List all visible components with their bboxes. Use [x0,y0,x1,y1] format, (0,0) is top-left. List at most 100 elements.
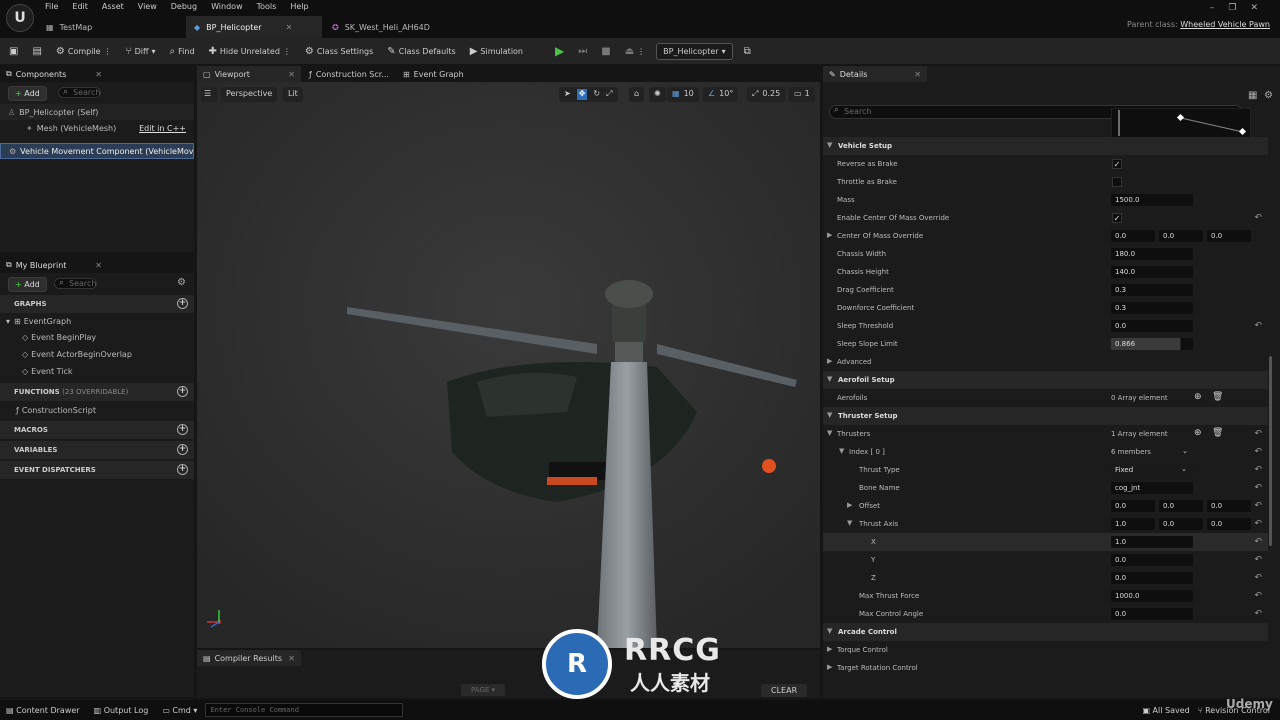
event-graph-item[interactable]: ▾ ⊞ EventGraph [0,313,194,329]
menu-item[interactable]: Help [283,0,315,16]
details-section[interactable]: ▼ Aerofoil Setup [823,371,1268,389]
output-log-button[interactable]: ▥ Output Log [94,706,149,715]
reset-to-default-icon[interactable]: ↶ [1254,321,1262,331]
components-search-input[interactable]: Search [58,87,102,98]
details-row[interactable]: X 1.0 ↶ [823,533,1268,551]
local-space-button[interactable]: ⌂ [629,87,645,102]
menu-item[interactable]: Edit [65,0,95,16]
vector-field[interactable]: 0.0 [1111,500,1155,512]
details-row[interactable]: Throttle as Brake [823,173,1268,191]
eject-button[interactable]: ⏏ ⋮ [622,44,648,59]
details-section[interactable]: ▼ Thruster Setup [823,407,1268,425]
add-dispatcher-icon[interactable]: + [177,464,188,475]
reset-to-default-icon[interactable]: ↶ [1254,519,1262,529]
trash-icon[interactable]: 🗑 [1212,392,1223,402]
perspective-button[interactable]: Perspective [221,87,278,102]
menu-item[interactable]: Window [204,0,250,16]
details-row[interactable]: ▶ Target Rotation Control [823,659,1268,677]
tab-compiler-results[interactable]: ▤ Compiler Results ✕ [197,650,301,666]
reset-to-default-icon[interactable]: ↶ [1254,483,1262,493]
chevron-down-icon[interactable]: ▼ [847,519,852,527]
chevron-down-icon[interactable]: ▼ [827,375,832,383]
chevron-down-icon[interactable]: ⌄ [1182,447,1188,455]
details-row[interactable]: ▶ Torque Control [823,641,1268,659]
reset-to-default-icon[interactable]: ↶ [1254,609,1262,619]
reset-to-default-icon[interactable]: ↶ [1254,555,1262,565]
number-field[interactable]: 140.0 [1111,266,1193,278]
rotation-snap-button[interactable]: ∠ 10° [703,87,739,102]
edit-cpp-link[interactable]: Edit in C++ [139,124,186,133]
camera-speed-button[interactable]: ▭ 1 [789,87,815,102]
add-macro-icon[interactable]: + [177,424,188,435]
details-row[interactable]: Max Thrust Force 1000.0 ↶ [823,587,1268,605]
graphs-section[interactable]: GRAPHS + [0,295,194,313]
details-section[interactable]: ▼ Vehicle Setup [823,137,1268,155]
details-row[interactable]: Drag Coefficient 0.3 [823,281,1268,299]
chevron-right-icon[interactable]: ▶ [847,501,852,509]
number-field[interactable]: cog_jnt [1111,482,1193,494]
add-function-icon[interactable]: + [177,386,188,397]
reset-to-default-icon[interactable]: ↶ [1254,429,1262,439]
menu-item[interactable]: Tools [250,0,284,16]
console-input[interactable]: Enter Console Command [205,703,404,717]
details-row[interactable]: Aerofoils 0 Array element ⊕ 🗑 [823,389,1268,407]
add-graph-icon[interactable]: + [177,298,188,309]
functions-section[interactable]: FUNCTIONS (23 OVERRIDABLE) + [0,383,194,401]
grid-snap-button[interactable]: ▦ 10 [667,87,699,102]
clear-button[interactable]: CLEAR [761,684,808,697]
vector-field[interactable]: 0.0 [1159,230,1203,242]
construction-script-item[interactable]: ƒ ConstructionScript [0,401,194,420]
number-field[interactable]: 1000.0 [1111,590,1193,602]
select-icon[interactable]: ➤ [564,89,571,100]
debug-object-select[interactable]: BP_Helicopter ▾ [656,42,733,60]
chevron-right-icon[interactable]: ▶ [827,645,832,653]
number-field[interactable]: 0.0 [1111,608,1193,620]
details-row[interactable]: Chassis Width 180.0 [823,245,1268,263]
parent-class-link[interactable]: Wheeled Vehicle Pawn [1180,20,1270,29]
details-row[interactable]: ▶ Center Of Mass Override 0.0 0.0 0.0 [823,227,1268,245]
close-icon[interactable]: ✕ [286,23,293,32]
diff-button[interactable]: ⑂ Diff ▾ [123,44,159,59]
menu-item[interactable]: Asset [95,0,131,16]
vector-field[interactable]: 0.0 [1159,500,1203,512]
reset-to-default-icon[interactable]: ↶ [1254,573,1262,583]
number-field[interactable]: 1500.0 [1111,194,1193,206]
details-row[interactable]: ▶ Offset 0.0 0.0 0.0 ↶ [823,497,1268,515]
scale-icon[interactable]: ⤢ [606,89,612,100]
details-row[interactable]: Sleep Slope Limit 0.866 [823,335,1268,353]
checkbox[interactable] [1112,177,1122,187]
vector-field[interactable]: 0.0 [1159,518,1203,530]
details-row[interactable]: Y 0.0 ↶ [823,551,1268,569]
chevron-down-icon[interactable]: ▼ [839,447,844,455]
details-row[interactable]: ▼ Thrusters 1 Array element ⊕ 🗑 ↶ [823,425,1268,443]
close-icon[interactable]: ✕ [95,261,102,270]
page-dropdown[interactable]: PAGE ▾ [461,684,506,696]
simulation-button[interactable]: ▶ Simulation [467,44,526,59]
tab-bp-helicopter[interactable]: ◆ BP_Helicopter ✕ [186,16,322,38]
vector-field[interactable]: 0.0 [1111,230,1155,242]
chevron-down-icon[interactable]: ▼ [827,429,832,437]
content-drawer-button[interactable]: ▤ Content Drawer [6,706,80,715]
unreal-logo-icon[interactable]: U [6,4,34,32]
checkbox[interactable]: ✓ [1112,159,1122,169]
vector-field[interactable]: 0.0 [1207,500,1251,512]
details-row[interactable]: Bone Name cog_jnt ↶ [823,479,1268,497]
play-button[interactable]: ▶ [552,42,567,60]
chevron-right-icon[interactable]: ▶ [827,663,832,671]
browse-button[interactable]: ▤ [29,44,44,59]
details-row[interactable]: Z 0.0 ↶ [823,569,1268,587]
close-icon[interactable]: ✕ [914,70,921,79]
reset-to-default-icon[interactable]: ↶ [1254,591,1262,601]
details-section[interactable]: ▼ Arcade Control [823,623,1268,641]
tab-testmap[interactable]: ▦ TestMap [38,16,100,38]
chevron-down-icon[interactable]: ▼ [827,411,832,419]
number-field[interactable]: 1.0 [1111,536,1193,548]
trash-icon[interactable]: 🗑 [1212,428,1223,438]
add-element-icon[interactable]: ⊕ [1194,428,1202,438]
add-element-icon[interactable]: ⊕ [1194,392,1202,402]
details-row[interactable]: ▼ Index [ 0 ] 6 members ⌄ ↶ [823,443,1268,461]
event-item[interactable]: ◇ Event Tick [0,363,194,380]
component-mesh[interactable]: ✦ Mesh (VehicleMesh) Edit in C++ [0,120,194,136]
close-icon[interactable]: ✕ [288,70,295,79]
add-variable-icon[interactable]: + [177,444,188,455]
